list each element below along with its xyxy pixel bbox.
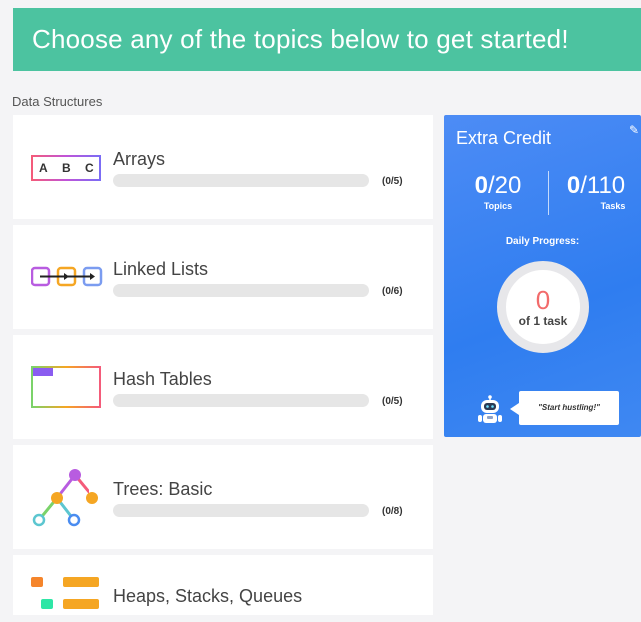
topic-title: Heaps, Stacks, Queues <box>113 586 303 606</box>
table-grid-icon <box>31 366 101 413</box>
progress-count: (0/8) <box>382 506 403 517</box>
abc-blocks-icon: A B C <box>31 155 101 186</box>
array-letter-b: B <box>62 161 71 175</box>
stacked-blocks-icon <box>31 577 101 622</box>
progress-bar <box>113 174 369 187</box>
daily-progress-ring: 0 of 1 task <box>497 261 589 353</box>
topic-card-arrays[interactable]: A B C Arrays (0/5) <box>13 115 433 219</box>
section-label: Data Structures <box>12 94 103 109</box>
banner-text: Choose any of the topics below to get st… <box>32 24 569 54</box>
progress-count: (0/6) <box>382 286 403 297</box>
tasks-stat: 0/110 Tasks <box>548 171 641 211</box>
progress-count: (0/5) <box>382 396 403 407</box>
topic-title: Linked Lists <box>113 259 209 279</box>
topic-card-heaps-stacks-queues[interactable]: Heaps, Stacks, Queues <box>13 555 433 615</box>
topic-title: Hash Tables <box>113 369 212 389</box>
topic-card-linked-lists[interactable]: Linked Lists (0/6) <box>13 225 433 329</box>
daily-done: 0 <box>535 285 551 315</box>
topics-label: Topics <box>483 201 513 211</box>
linked-nodes-icon <box>30 265 103 294</box>
tasks-label: Tasks <box>600 201 626 211</box>
extra-credit-panel: Extra Credit ✎ 0/20 Topics 0/110 Tasks D… <box>444 115 641 437</box>
topic-card-hash-tables[interactable]: Hash Tables (0/5) <box>13 335 433 439</box>
tree-nodes-icon <box>29 465 98 534</box>
topic-title: Trees: Basic <box>113 479 213 499</box>
array-letter-a: A <box>39 161 48 175</box>
topics-stat: 0/20 Topics <box>450 171 546 211</box>
topic-title: Arrays <box>113 149 166 169</box>
daily-target: of 1 task <box>518 314 568 328</box>
edit-pencil-icon[interactable]: ✎ <box>629 123 639 137</box>
topic-card-trees-basic[interactable]: Trees: Basic (0/8) <box>13 445 433 549</box>
speech-bubble: "Start hustling!" <box>519 391 619 425</box>
progress-count: (0/5) <box>382 176 403 187</box>
topics-done: 0 <box>474 172 488 199</box>
topics-total: /20 <box>487 172 522 199</box>
tasks-done: 0 <box>566 172 581 199</box>
progress-bar <box>113 504 369 517</box>
robot-icon <box>477 395 503 430</box>
extra-credit-title: Extra Credit <box>456 128 552 148</box>
progress-bar <box>113 284 369 297</box>
progress-bar <box>113 394 369 407</box>
daily-progress-label: Daily Progress: <box>505 236 580 247</box>
welcome-banner: Choose any of the topics below to get st… <box>13 8 641 71</box>
array-letter-c: C <box>85 161 94 175</box>
speech-bubble-tail <box>510 403 519 415</box>
tasks-total: /110 <box>580 172 626 199</box>
